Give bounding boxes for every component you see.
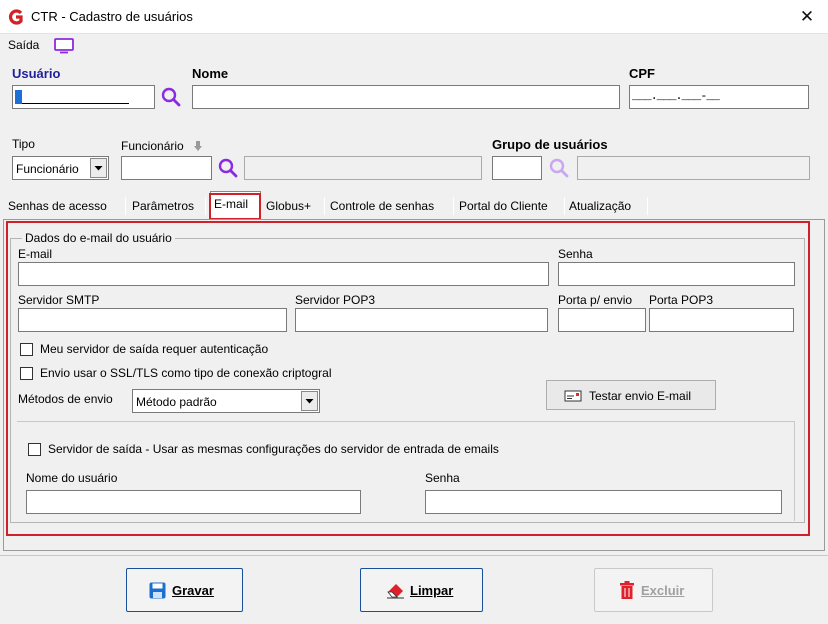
- cpf-label: CPF: [629, 66, 655, 81]
- funcionario-name-field: [244, 156, 482, 180]
- gravar-label: Gravar: [172, 583, 214, 598]
- tab-atualizacao[interactable]: Atualização: [566, 194, 648, 218]
- usuario-search-icon[interactable]: [160, 86, 182, 108]
- menu-saida[interactable]: Saída: [8, 38, 39, 52]
- tipo-select[interactable]: Funcionário: [12, 156, 109, 180]
- cpf-input[interactable]: ___.___.___-__: [629, 85, 809, 109]
- app-logo-icon: [9, 9, 23, 25]
- limpar-button[interactable]: Limpar: [360, 568, 483, 612]
- tab-controle-de-senhas[interactable]: Controle de senhas: [327, 194, 454, 218]
- tab-portal-do-cliente[interactable]: Portal do Cliente: [456, 194, 565, 218]
- cpf-mask: ___.___.___-__: [632, 89, 720, 103]
- tab-label: Atualização: [569, 199, 632, 213]
- content-highlight: [6, 221, 810, 536]
- grupo-input[interactable]: [492, 156, 542, 180]
- excluir-label: Excluir: [641, 583, 684, 598]
- usuario-input[interactable]: [12, 85, 155, 109]
- pin-icon: [194, 141, 202, 151]
- tab-label: Portal do Cliente: [459, 199, 548, 213]
- usuario-label: Usuário: [12, 66, 61, 81]
- trash-icon: [620, 581, 634, 599]
- tab-label: Globus+: [266, 199, 312, 213]
- tab-parametros[interactable]: Parâmetros: [129, 194, 206, 218]
- monitor-icon[interactable]: [53, 37, 75, 54]
- usuario-mask: [22, 103, 129, 104]
- tab-senhas-de-acesso[interactable]: Senhas de acesso: [5, 194, 126, 218]
- tab-label: Controle de senhas: [330, 199, 435, 213]
- gravar-button[interactable]: Gravar: [126, 568, 243, 612]
- grupo-search-icon[interactable]: [548, 157, 570, 179]
- dropdown-arrow-icon[interactable]: [90, 158, 107, 178]
- save-icon: [149, 582, 166, 599]
- tab-label: Parâmetros: [132, 199, 195, 213]
- grupo-label: Grupo de usuários: [492, 137, 608, 152]
- funcionario-label: Funcionário: [121, 139, 184, 153]
- text-cursor: [15, 90, 22, 104]
- footer-divider: [0, 555, 828, 556]
- grupo-name-field: [577, 156, 810, 180]
- tab-globus[interactable]: Globus+: [263, 194, 325, 218]
- tab-highlight: [209, 193, 261, 220]
- nome-label: Nome: [192, 66, 229, 81]
- eraser-icon: [387, 584, 404, 599]
- gravar-text: Gravar: [172, 583, 214, 598]
- tab-label: Senhas de acesso: [8, 199, 107, 213]
- close-button[interactable]: ✕: [796, 6, 818, 28]
- excluir-text: Excluir: [641, 583, 685, 598]
- nome-input[interactable]: [192, 85, 620, 109]
- funcionario-search-icon[interactable]: [217, 157, 239, 179]
- tipo-select-value: Funcionário: [16, 162, 79, 176]
- excluir-button[interactable]: Excluir: [594, 568, 713, 612]
- window-title: CTR - Cadastro de usuários: [31, 9, 193, 24]
- limpar-text: Limpar: [410, 583, 454, 598]
- tipo-label: Tipo: [12, 137, 35, 151]
- limpar-label: Limpar: [410, 583, 453, 598]
- funcionario-input[interactable]: [121, 156, 212, 180]
